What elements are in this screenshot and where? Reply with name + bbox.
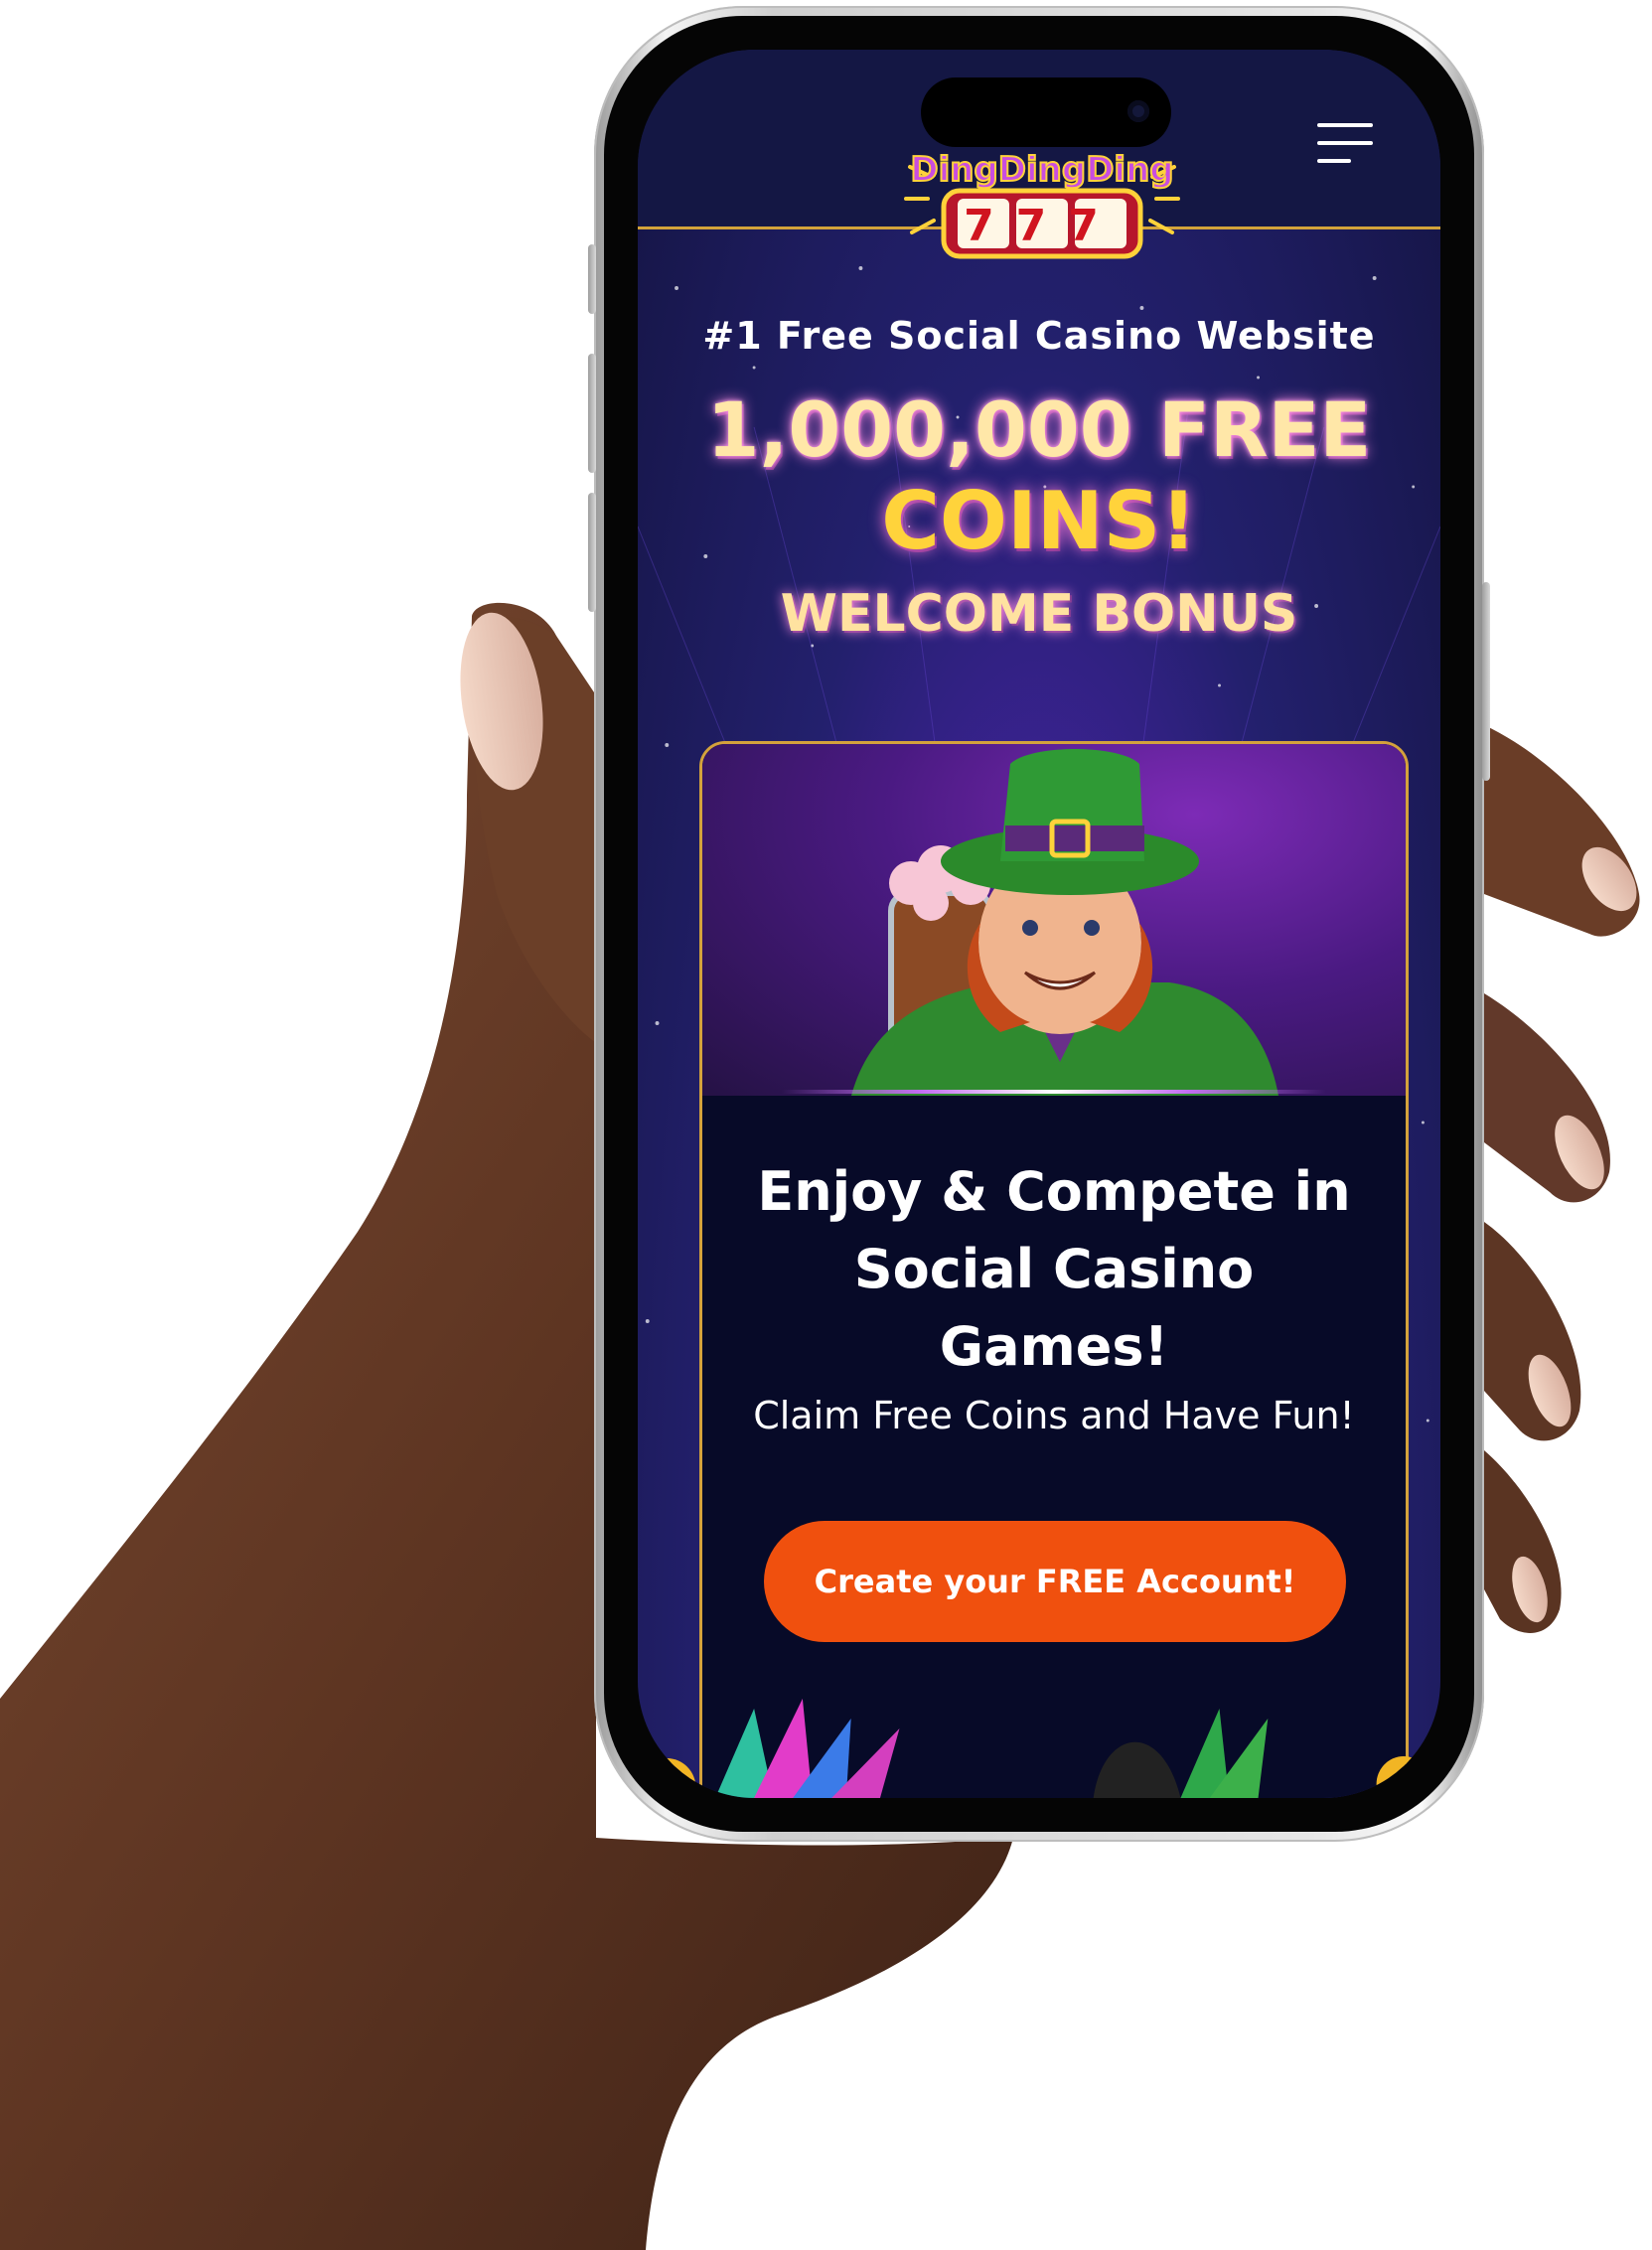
hamburger-menu-icon[interactable] [1317, 119, 1373, 167]
logo-digits: 777 [964, 201, 1121, 251]
welcome-bonus-label: WELCOME BONUS [780, 584, 1298, 644]
tagline: #1 Free Social Casino Website [702, 314, 1376, 358]
card-title: Enjoy & Compete in Social Casino Games! [702, 1153, 1406, 1386]
card-title-line1: Enjoy & Compete in [757, 1160, 1351, 1223]
phone-volume-down-button [588, 493, 596, 612]
logo-word: DingDingDing [910, 150, 1173, 190]
card-title-line3: Games! [939, 1315, 1169, 1378]
phone-side-button [588, 244, 596, 314]
game-characters-strip [638, 1699, 1431, 1798]
leprechaun-illustration [702, 744, 1406, 1096]
phone-frame: 777 DingDingDing #1 Free Social Casino W… [588, 6, 1490, 1842]
phone-screen: 777 DingDingDing #1 Free Social Casino W… [638, 50, 1440, 1798]
site-logo[interactable]: 777 DingDingDing [902, 137, 1182, 266]
dynamic-island [921, 77, 1171, 147]
card-art-divider [782, 1090, 1326, 1094]
card-title-line2: Social Casino [853, 1238, 1255, 1300]
create-account-button[interactable]: Create your FREE Account! [764, 1521, 1346, 1642]
phone-power-button [1482, 582, 1490, 781]
front-camera-icon [1127, 100, 1149, 122]
phone-volume-up-button [588, 354, 596, 473]
card-subtitle: Claim Free Coins and Have Fun! [753, 1394, 1355, 1437]
phone-bezel: 777 DingDingDing #1 Free Social Casino W… [604, 16, 1474, 1832]
coins-headline-line1: 1,000,000 FREE [706, 385, 1372, 474]
promo-card: Enjoy & Compete in Social Casino Games! … [699, 741, 1409, 1798]
coins-headline-line2: COINS! [881, 475, 1197, 567]
